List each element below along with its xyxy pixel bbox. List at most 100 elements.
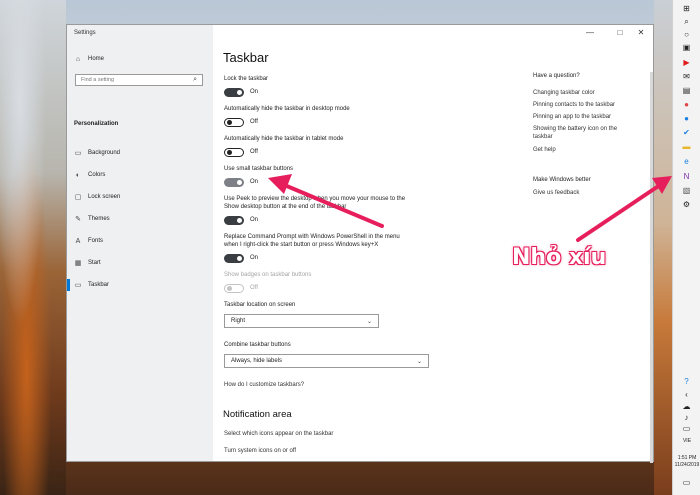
search-icon[interactable]: ⌕ <box>682 17 691 26</box>
chrome-icon[interactable]: ● <box>682 100 691 109</box>
setting-label: Show desktop button at the end of the ta… <box>224 204 347 210</box>
search-icon: ⌕ <box>193 76 197 83</box>
help-icon[interactable]: ? <box>682 377 691 386</box>
toggle-peek[interactable] <box>224 216 244 225</box>
search-input[interactable]: Find a setting ⌕ <box>75 74 203 86</box>
taskbar-location-select[interactable]: Right ⌄ <box>224 314 379 328</box>
toggle-small-buttons[interactable] <box>224 178 244 187</box>
toggle-state: Off <box>250 149 258 155</box>
settings-icon[interactable]: ⚙ <box>682 200 691 209</box>
font-icon: A <box>75 237 81 245</box>
brush-icon: ✎ <box>75 216 81 223</box>
notification-area-title: Notification area <box>223 409 292 420</box>
toggle-badges <box>224 284 244 293</box>
mail-icon[interactable]: ✉ <box>682 72 691 81</box>
desktop-wallpaper-right <box>654 0 672 495</box>
setting-label: Lock the taskbar <box>224 76 269 82</box>
clock-time[interactable]: 1:51 PM <box>674 455 700 461</box>
settings-content: — □ ✕ Taskbar Lock the taskbar On Automa… <box>213 25 655 463</box>
desktop-wallpaper-left <box>0 0 66 495</box>
nav-section-title: Personalization <box>74 121 119 127</box>
notification-link[interactable]: Turn system icons on or off <box>224 448 296 454</box>
toggle-state: On <box>250 255 259 261</box>
chevron-up-icon[interactable]: ‹ <box>682 390 691 399</box>
sidebar-item-colors[interactable]: ◐ Colors <box>74 169 105 181</box>
nav-home-label: Home <box>88 56 105 62</box>
edge-icon[interactable]: e <box>682 157 691 166</box>
sidebar-item-label: Start <box>88 260 101 266</box>
toggle-state: On <box>250 179 259 185</box>
messenger-icon[interactable]: ● <box>682 114 691 123</box>
maximize-button[interactable]: □ <box>613 28 627 37</box>
onenote-icon[interactable]: N <box>682 172 691 181</box>
palette-icon: ◐ <box>75 171 81 179</box>
language-indicator[interactable]: VIE <box>674 438 700 444</box>
taskbar-icon: ▭ <box>74 282 82 289</box>
start-icon: ▦ <box>74 260 82 267</box>
network-icon[interactable]: ▭ <box>682 424 691 433</box>
sidebar-item-taskbar[interactable]: ▭ Taskbar <box>74 279 109 291</box>
side-link[interactable]: Pinning an app to the taskbar <box>533 113 611 121</box>
onedrive-icon[interactable]: ☁ <box>682 402 691 411</box>
location-label: Taskbar location on screen <box>224 302 296 308</box>
nav-home[interactable]: ⌂ Home <box>74 53 104 65</box>
notification-link[interactable]: Select which icons appear on the taskbar <box>224 431 333 437</box>
sidebar-item-lock-screen[interactable]: ▢ Lock screen <box>74 191 121 203</box>
annotation-label: Nhỏ xíu <box>512 245 607 270</box>
monitor-icon: ▢ <box>74 194 82 201</box>
side-link[interactable]: Get help <box>533 146 556 154</box>
setting-label: Replace Command Prompt with Windows Powe… <box>224 234 400 240</box>
minimize-button[interactable]: — <box>583 28 597 37</box>
sidebar-item-themes[interactable]: ✎ Themes <box>74 213 110 225</box>
toggle-autohide-desktop[interactable] <box>224 118 244 127</box>
combine-label: Combine taskbar buttons <box>224 342 291 348</box>
task-view-icon[interactable]: ▣ <box>682 43 691 52</box>
sidebar-item-fonts[interactable]: A Fonts <box>74 235 103 247</box>
feedback-title: Make Windows better <box>533 177 591 183</box>
toggle-state: On <box>250 217 259 223</box>
side-link[interactable]: Changing taskbar color <box>533 89 595 97</box>
help-link[interactable]: How do I customize taskbars? <box>224 382 304 388</box>
toggle-powershell[interactable] <box>224 254 244 263</box>
select-value: Right <box>231 318 246 324</box>
close-button[interactable]: ✕ <box>634 28 648 37</box>
cortana-icon[interactable]: ○ <box>682 30 691 39</box>
scrollbar[interactable] <box>650 72 653 463</box>
home-icon: ⌂ <box>75 55 81 63</box>
todo-icon[interactable]: ✔ <box>682 128 691 137</box>
store-icon[interactable]: ▤ <box>682 86 691 95</box>
notification-center-icon[interactable]: ▭ <box>682 478 691 487</box>
setting-label: Show badges on taskbar buttons <box>224 272 312 278</box>
taskbar: ⊞ ⌕ ○ ▣ ▶ ✉ ▤ ● ● ✔ ▬ e N ▧ ⚙ ? ‹ ☁ ♪ ▭ … <box>672 0 700 495</box>
active-indicator <box>67 279 70 291</box>
toggle-autohide-tablet[interactable] <box>224 148 244 157</box>
combine-buttons-select[interactable]: Always, hide labels ⌄ <box>224 354 429 368</box>
sidebar-item-label: Background <box>88 150 121 156</box>
side-link[interactable]: Pinning contacts to the taskbar <box>533 101 615 109</box>
chevron-down-icon: ⌄ <box>366 318 372 325</box>
toggle-state: Off <box>250 119 258 125</box>
setting-label: Use Peek to preview the desktop when you… <box>224 196 406 202</box>
question-title: Have a question? <box>533 73 580 79</box>
window-title: Settings <box>74 30 96 36</box>
page-title: Taskbar <box>223 50 269 65</box>
select-value: Always, hide labels <box>231 358 283 364</box>
settings-window: Settings ⌂ Home Find a setting ⌕ Persona… <box>66 24 655 463</box>
setting-label: Automatically hide the taskbar in deskto… <box>224 106 350 112</box>
setting-label: Automatically hide the taskbar in tablet… <box>224 136 344 142</box>
sidebar-item-label: Lock screen <box>88 194 121 200</box>
youtube-icon[interactable]: ▶ <box>682 58 691 67</box>
clock-date[interactable]: 11/24/2019 <box>674 462 700 468</box>
sidebar-item-label: Fonts <box>88 238 104 244</box>
volume-icon[interactable]: ♪ <box>682 413 691 422</box>
sidebar-item-label: Colors <box>88 172 106 178</box>
photos-icon[interactable]: ▧ <box>682 186 691 195</box>
feedback-link[interactable]: Give us feedback <box>533 189 579 197</box>
sidebar-item-background[interactable]: ▭ Background <box>74 147 120 159</box>
toggle-lock-taskbar[interactable] <box>224 88 244 97</box>
settings-nav: Settings ⌂ Home Find a setting ⌕ Persona… <box>67 25 213 461</box>
folder-icon[interactable]: ▬ <box>682 142 691 151</box>
sidebar-item-start[interactable]: ▦ Start <box>74 257 101 269</box>
windows-start-icon[interactable]: ⊞ <box>682 4 691 13</box>
side-link[interactable]: Showing the battery icon on the taskbar <box>533 125 633 141</box>
